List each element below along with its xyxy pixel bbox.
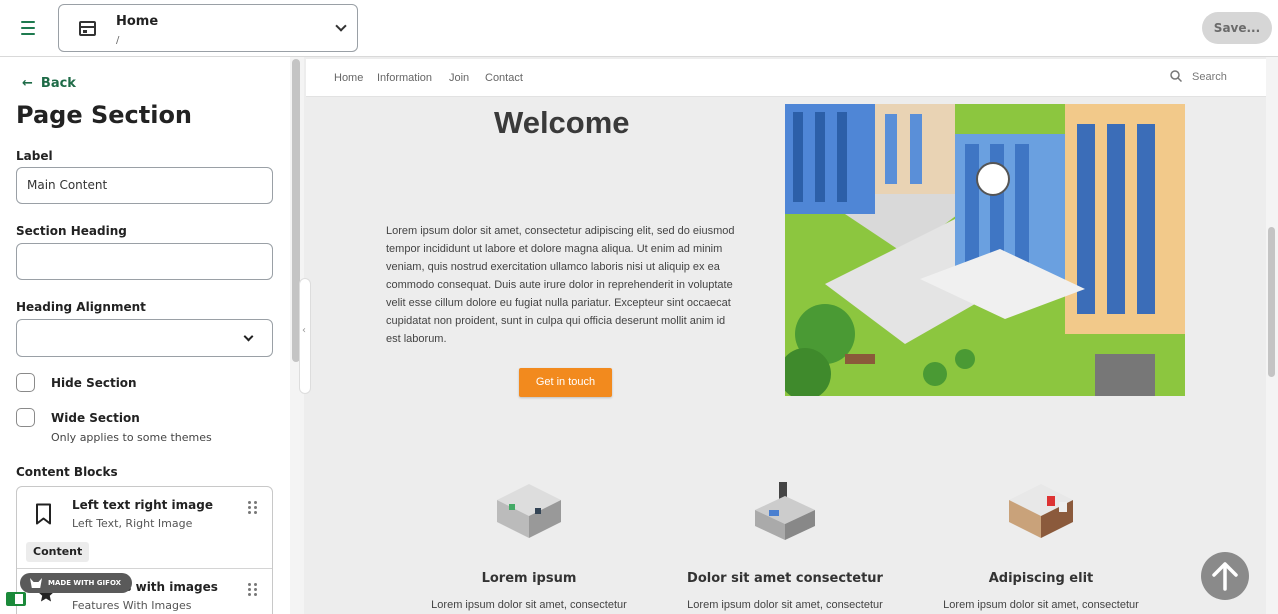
chevron-down-icon bbox=[243, 331, 254, 342]
feature-item: Dolor sit amet consectetur Lorem ipsum d… bbox=[655, 482, 915, 611]
hero-body-text: Lorem ipsum dolor sit amet, consectetur … bbox=[386, 225, 735, 345]
site-search[interactable]: Search bbox=[1192, 71, 1227, 83]
hamburger-menu-icon[interactable] bbox=[16, 17, 40, 39]
arrow-left-icon: ← bbox=[22, 76, 33, 91]
gifox-watermark-text: MADE WITH GIFOX bbox=[48, 579, 122, 587]
preview-scrollbar-thumb[interactable] bbox=[1268, 227, 1275, 377]
chevron-down-icon bbox=[335, 20, 347, 32]
page-selector[interactable]: Home / bbox=[58, 4, 358, 52]
feature-item: Lorem ipsum Lorem ipsum dolor sit amet, … bbox=[399, 482, 659, 611]
page-selector-title: Home bbox=[116, 14, 159, 29]
block-tag: Content bbox=[26, 542, 90, 562]
gallery-room-icon bbox=[1009, 484, 1073, 538]
hero-illustration bbox=[785, 104, 1185, 396]
panel-title: Page Section bbox=[16, 101, 193, 129]
factory-icon bbox=[755, 482, 815, 540]
section-editor-panel: ← Back Page Section Label Main Content Se… bbox=[0, 57, 290, 614]
gifox-watermark: MADE WITH GIFOX bbox=[20, 573, 132, 593]
section-heading-label: Section Heading bbox=[16, 224, 127, 238]
site-nav-information[interactable]: Information bbox=[377, 72, 432, 84]
spreadsheet-icon[interactable] bbox=[6, 592, 26, 606]
office-room-icon bbox=[497, 484, 561, 538]
page-selector-path: / bbox=[116, 35, 120, 46]
site-navbar: Home Information Join Contact Search bbox=[306, 59, 1266, 97]
drag-handle-icon[interactable] bbox=[248, 501, 258, 515]
search-icon[interactable] bbox=[1170, 70, 1182, 82]
heading-alignment-label: Heading Alignment bbox=[16, 300, 146, 314]
content-blocks-list: Left text right image Left Text, Right I… bbox=[16, 486, 273, 614]
hero-heading: Welcome bbox=[494, 105, 630, 140]
site-nav-join[interactable]: Join bbox=[449, 72, 469, 84]
wide-section-hint: Only applies to some themes bbox=[51, 431, 212, 444]
panel-resize-handle[interactable] bbox=[299, 278, 311, 394]
bookmark-icon bbox=[36, 503, 51, 525]
back-label: Back bbox=[40, 76, 76, 91]
get-in-touch-button[interactable]: Get in touch bbox=[519, 368, 612, 397]
back-link[interactable]: ← Back bbox=[22, 76, 76, 91]
block-title: Left text right image bbox=[72, 498, 213, 512]
save-button[interactable]: Save... bbox=[1202, 12, 1272, 44]
page-preview: Home Information Join Contact Search Wel… bbox=[304, 57, 1278, 614]
wide-section-label: Wide Section bbox=[51, 411, 140, 425]
block-subtitle: Left Text, Right Image bbox=[72, 517, 193, 530]
site-nav-home[interactable]: Home bbox=[334, 72, 363, 84]
wide-section-checkbox[interactable] bbox=[16, 408, 35, 427]
label-field-label: Label bbox=[16, 149, 53, 163]
feature-title: Lorem ipsum bbox=[481, 571, 577, 586]
feature-item: Adipiscing elit Lorem ipsum dolor sit am… bbox=[911, 482, 1171, 611]
scroll-to-top-button[interactable] bbox=[1201, 552, 1249, 600]
site-nav-contact[interactable]: Contact bbox=[485, 72, 523, 84]
label-input[interactable]: Main Content bbox=[16, 167, 273, 204]
content-block-item[interactable]: Left text right image Left Text, Right I… bbox=[17, 487, 272, 569]
feature-title: Adipiscing elit bbox=[988, 571, 1094, 586]
page-layout-icon bbox=[79, 21, 96, 36]
feature-text: Lorem ipsum dolor sit amet, consectetur bbox=[943, 599, 1139, 611]
hide-section-label: Hide Section bbox=[51, 376, 137, 390]
hide-section-checkbox[interactable] bbox=[16, 373, 35, 392]
heading-alignment-select[interactable] bbox=[16, 319, 273, 357]
section-heading-input[interactable] bbox=[16, 243, 273, 280]
preview-scrollbar[interactable] bbox=[1266, 57, 1278, 614]
arrow-up-icon bbox=[1212, 562, 1238, 591]
drag-handle-icon[interactable] bbox=[248, 583, 258, 597]
fox-logo-icon bbox=[30, 578, 42, 588]
feature-text: Lorem ipsum dolor sit amet, consectetur bbox=[431, 599, 627, 611]
content-blocks-label: Content Blocks bbox=[16, 465, 118, 479]
feature-text: Lorem ipsum dolor sit amet, consectetur bbox=[687, 599, 883, 611]
top-bar: Home / Save... bbox=[0, 0, 1278, 57]
feature-title: Dolor sit amet consectetur bbox=[687, 571, 883, 586]
block-subtitle: Features With Images bbox=[72, 599, 192, 612]
